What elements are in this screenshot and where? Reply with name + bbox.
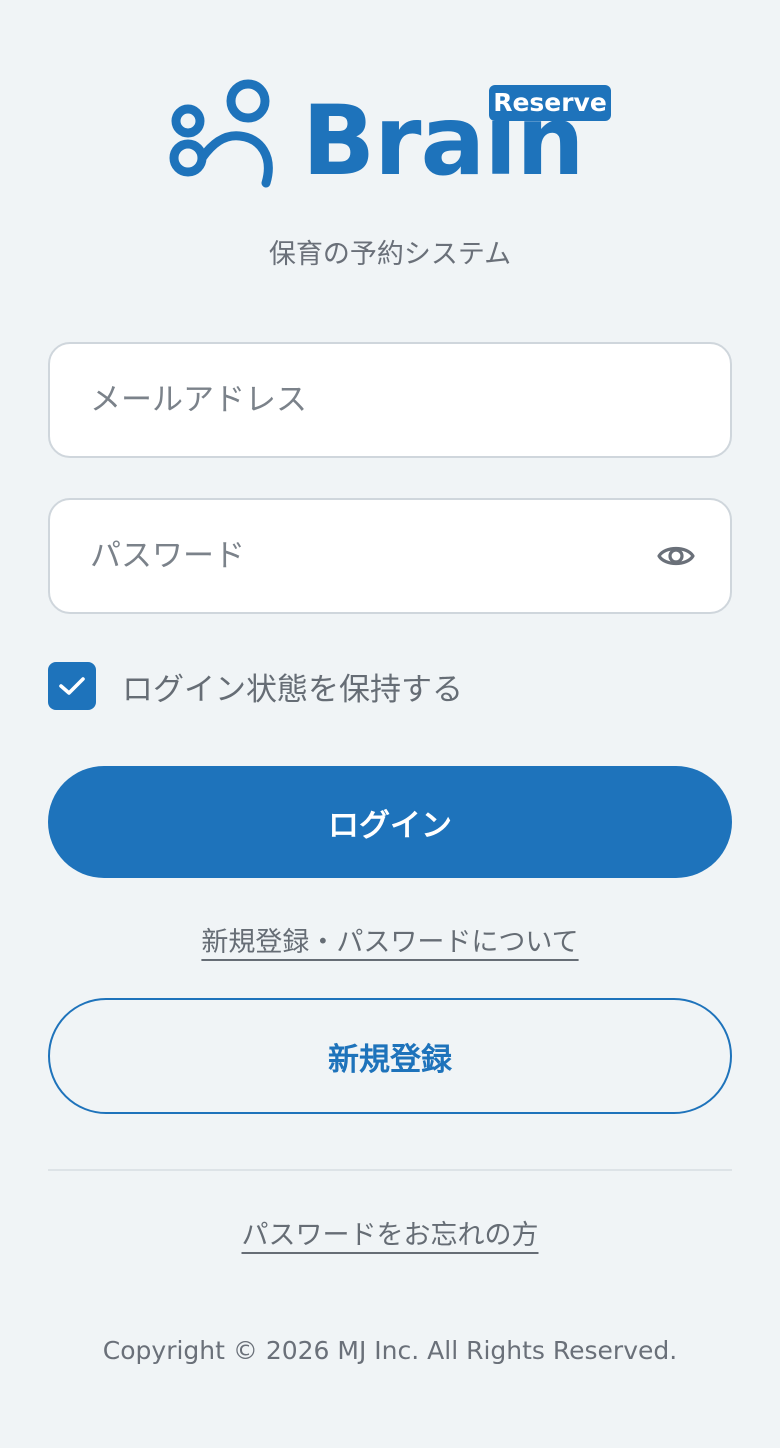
copyright-text: Copyright © 2026 MJ Inc. All Rights Rese… [102,1336,678,1365]
checkmark-icon [59,677,85,695]
password-input[interactable] [90,500,650,612]
remember-me-checkbox[interactable] [48,662,96,710]
brain-reserve-logo: Brain Reserve [168,78,618,196]
remember-me-row: ログイン状態を保持する [48,662,463,710]
email-input[interactable] [90,344,650,456]
remember-me-label[interactable]: ログイン状態を保持する [122,664,463,709]
password-field-container [48,498,732,614]
eye-icon[interactable] [656,538,696,574]
about-registration-link-row: 新規登録・パスワードについて [0,920,780,959]
logo-badge: Reserve [489,85,611,121]
about-registration-link[interactable]: 新規登録・パスワードについて [201,927,578,958]
people-logo-icon [169,79,273,188]
login-button[interactable]: ログイン [48,766,732,878]
email-field-container [48,342,732,458]
divider [48,1169,732,1171]
login-page: Brain Reserve 保育の予約システム ログイン状態を保持する ログイン… [0,0,780,1448]
forgot-password-link-row: パスワードをお忘れの方 [0,1213,780,1252]
forgot-password-link[interactable]: パスワードをお忘れの方 [242,1220,539,1251]
page-subtitle: 保育の予約システム [268,239,512,270]
register-button[interactable]: 新規登録 [48,998,732,1114]
